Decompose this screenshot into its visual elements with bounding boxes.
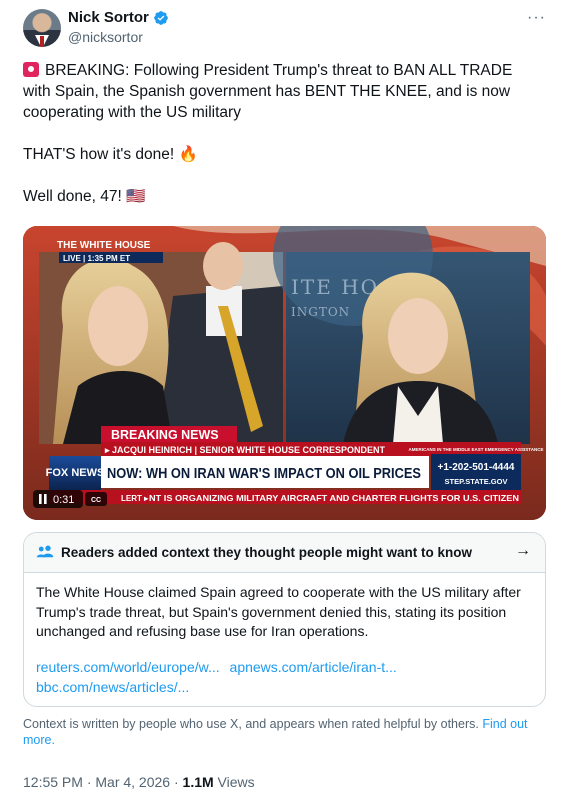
views-label: Views	[213, 774, 255, 790]
siren-icon	[23, 62, 39, 77]
arrow-right-icon[interactable]: →	[515, 542, 531, 560]
more-options-icon[interactable]: ···	[527, 9, 546, 27]
source-link-apnews[interactable]: apnews.com/article/iran-t...	[230, 659, 397, 675]
video-player[interactable]: ITE HO INGTON THE WHITE HOUSE LIVE | 1:3…	[23, 226, 546, 520]
tweet-text: BREAKING: Following President Trump's th…	[23, 60, 543, 207]
tweet-paragraph-3: Well done, 47! 🇺🇸	[23, 188, 146, 205]
avatar[interactable]	[23, 9, 61, 47]
network-logo: FOX NEWS	[46, 467, 105, 479]
correspondent-label: ▸ JACQUI HEINRICH | SENIOR WHITE HOUSE C…	[104, 445, 386, 455]
left-panel	[39, 242, 283, 444]
source-link-reuters[interactable]: reuters.com/world/europe/w...	[36, 659, 220, 675]
disclaimer-text: Context is written by people who use X, …	[23, 717, 479, 731]
hotline-number: +1-202-501-4444	[437, 462, 514, 473]
community-note-header[interactable]: Readers added context they thought peopl…	[24, 533, 545, 573]
video-timestamp: 0:31	[53, 494, 74, 506]
community-note-title: Readers added context they thought peopl…	[61, 545, 473, 560]
source-link-bbc[interactable]: bbc.com/news/articles/...	[36, 679, 189, 695]
wall-text-1: ITE HO	[291, 275, 379, 299]
community-note: Readers added context they thought peopl…	[23, 532, 546, 707]
tweet-meta: 12:55 PM · Mar 4, 2026 · 1.1M Views	[23, 774, 255, 790]
cc-label: CC	[91, 497, 101, 504]
author-display-name[interactable]: Nick Sortor	[68, 9, 149, 26]
tweet-header: Nick Sortor @nicksortor ···	[23, 9, 550, 49]
headline: NOW: WH ON IRAN WAR'S IMPACT ON OIL PRIC…	[107, 466, 421, 482]
hotline-site: STEP.STATE.GOV	[445, 477, 508, 486]
author-handle[interactable]: @nicksortor	[68, 29, 143, 45]
community-note-disclaimer: Context is written by people who use X, …	[23, 716, 543, 748]
breaking-news-label: BREAKING NEWS	[111, 428, 219, 442]
location-bug: THE WHITE HOUSE	[57, 240, 151, 251]
video-frame: ITE HO INGTON THE WHITE HOUSE LIVE | 1:3…	[23, 226, 546, 520]
tweet-paragraph-2: THAT'S how it's done! 🔥	[23, 146, 198, 163]
ticker-text: NT IS ORGANIZING MILITARY AIRCRAFT AND C…	[149, 493, 519, 503]
tweet-time[interactable]: 12:55 PM · Mar 4, 2026 ·	[23, 774, 183, 790]
ticker-alert: LERT ▸	[121, 494, 149, 503]
community-note-links: reuters.com/world/europe/w... apnews.com…	[36, 657, 536, 697]
verified-badge-icon	[154, 10, 168, 25]
views-count: 1.1M	[182, 774, 214, 790]
community-note-body: The White House claimed Spain agreed to …	[36, 584, 521, 639]
live-bug: LIVE | 1:35 PM ET	[63, 254, 130, 263]
wall-text-2: INGTON	[291, 305, 350, 319]
author-name-row: Nick Sortor	[68, 9, 169, 26]
people-icon	[36, 545, 54, 558]
hotline-title: AMERICANS IN THE MIDDLE EAST EMERGENCY A…	[409, 447, 544, 452]
tweet-paragraph-1: BREAKING: Following President Trump's th…	[23, 62, 517, 121]
right-panel: ITE HO INGTON	[273, 226, 530, 444]
